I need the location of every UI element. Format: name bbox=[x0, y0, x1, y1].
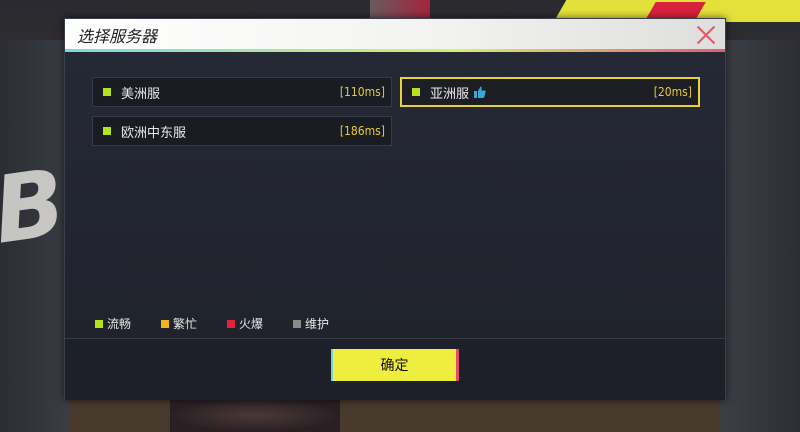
server-ping: [110ms] bbox=[339, 85, 385, 99]
background-character-feet bbox=[170, 398, 340, 432]
legend-item-busy: 繁忙 bbox=[161, 315, 197, 332]
status-dot bbox=[103, 88, 111, 96]
dialog-footer: 确定 bbox=[65, 338, 725, 400]
legend-item-crowded: 火爆 bbox=[227, 315, 263, 332]
legend-item-maintenance: 维护 bbox=[293, 315, 329, 332]
legend-swatch-gray bbox=[293, 319, 302, 328]
legend-swatch-green bbox=[95, 319, 103, 328]
server-list-panel: 美洲服 [110ms] 亚洲服 [20ms] 欧洲中东服 [186ms] 流畅 bbox=[65, 52, 725, 338]
server-select-dialog: 选择服务器 美洲服 [110ms] 亚洲服 [20ms] 欧洲中东服 [186m… bbox=[64, 18, 726, 400]
legend-label: 繁忙 bbox=[173, 317, 198, 331]
legend-label: 火爆 bbox=[239, 317, 264, 331]
legend-item-smooth: 流畅 bbox=[95, 315, 131, 332]
dialog-title: 选择服务器 bbox=[77, 27, 158, 46]
legend-label: 流畅 bbox=[107, 317, 132, 331]
server-ping: [186ms] bbox=[339, 124, 385, 138]
server-item-america[interactable]: 美洲服 [110ms] bbox=[92, 77, 392, 107]
close-icon[interactable] bbox=[693, 22, 719, 48]
server-ping: [20ms] bbox=[653, 85, 692, 99]
status-dot bbox=[103, 127, 111, 135]
server-item-asia[interactable]: 亚洲服 [20ms] bbox=[400, 77, 700, 107]
server-name: 亚洲服 bbox=[430, 86, 470, 102]
background-wall-right bbox=[720, 40, 800, 432]
background-character-top bbox=[370, 0, 430, 20]
legend-swatch-red bbox=[227, 319, 236, 328]
thumbs-up-icon bbox=[474, 86, 486, 98]
confirm-button[interactable]: 确定 bbox=[331, 349, 459, 381]
status-dot bbox=[412, 88, 420, 96]
status-legend: 流畅 繁忙 火爆 维护 bbox=[95, 315, 359, 332]
server-name: 美洲服 bbox=[121, 86, 161, 102]
legend-label: 维护 bbox=[305, 317, 330, 331]
server-item-europe-middle-east[interactable]: 欧洲中东服 [186ms] bbox=[92, 116, 392, 146]
legend-swatch-orange bbox=[161, 319, 170, 328]
server-name: 欧洲中东服 bbox=[121, 125, 187, 141]
dialog-titlebar: 选择服务器 bbox=[65, 19, 725, 52]
